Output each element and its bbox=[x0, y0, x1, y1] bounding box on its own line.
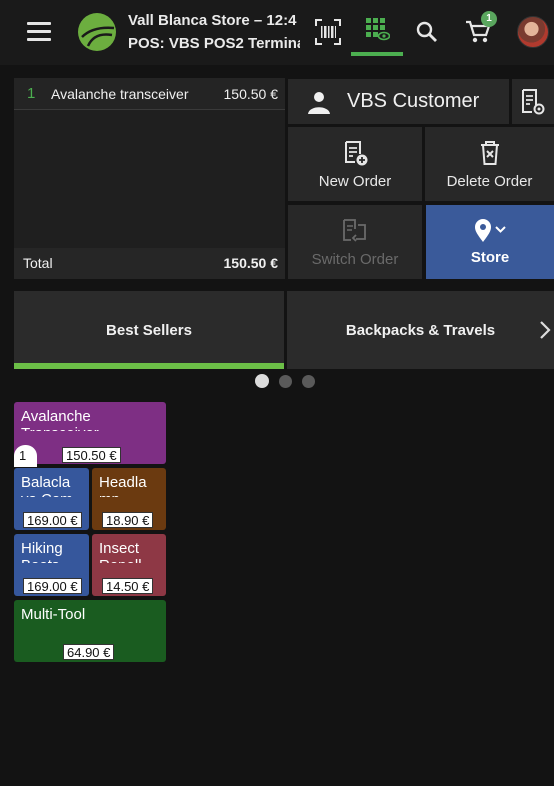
product-price: 169.00 € bbox=[23, 512, 82, 528]
product-qty-badge: 1 bbox=[14, 445, 37, 467]
product-name-overflow: va Com bbox=[21, 491, 73, 497]
tab-backpacks-label: Backpacks & Travels bbox=[345, 321, 496, 339]
location-pin-chevron-icon bbox=[475, 218, 506, 242]
user-icon bbox=[308, 91, 330, 114]
cart-count-badge: 1 bbox=[481, 11, 497, 27]
product-tile-multi-tool[interactable]: Multi-Tool 64.90 € bbox=[14, 600, 166, 662]
product-price: 18.90 € bbox=[102, 512, 154, 528]
active-tab-indicator bbox=[14, 363, 284, 369]
store-logo bbox=[78, 13, 116, 51]
total-value: 150.50 € bbox=[223, 255, 279, 271]
pager-dot-3[interactable] bbox=[302, 374, 315, 388]
customer-settings-button[interactable] bbox=[512, 79, 554, 124]
pager-dot-1[interactable] bbox=[255, 374, 269, 388]
order-total: Total 150.50 € bbox=[14, 248, 285, 279]
order-line-qty: 1 bbox=[27, 85, 36, 102]
product-name-overflow: Repell bbox=[99, 557, 142, 563]
pos-terminal-name: POS: VBS POS2 Termina bbox=[128, 35, 300, 52]
active-view-indicator bbox=[351, 52, 403, 56]
product-price: 64.90 € bbox=[63, 644, 115, 660]
delete-order-button[interactable]: Delete Order bbox=[425, 127, 554, 201]
switch-order-label: Switch Order bbox=[311, 250, 399, 268]
search-icon[interactable] bbox=[409, 14, 445, 50]
store-name: Vall Blanca Store – 12:4 bbox=[128, 12, 297, 29]
product-name: Multi-Tool bbox=[21, 606, 86, 623]
barcode-scan-icon[interactable] bbox=[310, 14, 346, 50]
order-line[interactable]: 1 Avalanche transceiver 150.50 € bbox=[14, 78, 285, 110]
store-button[interactable]: Store bbox=[426, 205, 554, 279]
total-label: Total bbox=[23, 255, 53, 271]
product-name-overflow: Boots bbox=[21, 557, 59, 563]
tab-best-sellers[interactable]: Best Sellers bbox=[14, 291, 284, 369]
store-label: Store bbox=[470, 248, 510, 266]
new-order-label: New Order bbox=[318, 172, 392, 190]
customer-name: VBS Customer bbox=[347, 90, 480, 112]
product-tile-headlamp[interactable]: Headla mp 18.90 € bbox=[92, 468, 166, 530]
customer-button[interactable]: VBS Customer bbox=[288, 79, 509, 124]
order-line-price: 150.50 € bbox=[223, 86, 279, 102]
new-order-icon bbox=[345, 140, 368, 165]
product-price: 169.00 € bbox=[23, 578, 82, 594]
switch-order-icon bbox=[343, 218, 366, 242]
menu-icon[interactable] bbox=[27, 22, 51, 42]
product-price: 14.50 € bbox=[102, 578, 154, 594]
user-avatar[interactable] bbox=[517, 16, 549, 48]
tab-backpacks-travels[interactable]: Backpacks & Travels bbox=[287, 291, 554, 369]
product-name-overflow: mp bbox=[99, 491, 120, 497]
product-tile-hiking-boots[interactable]: Hiking Boots 169.00 € bbox=[14, 534, 89, 596]
trash-icon bbox=[480, 140, 499, 165]
product-name-overflow: Transceiver bbox=[21, 425, 99, 431]
chevron-right-icon[interactable] bbox=[537, 318, 553, 342]
tab-best-sellers-label: Best Sellers bbox=[106, 321, 192, 339]
delete-order-label: Delete Order bbox=[446, 172, 533, 190]
receipt-settings-icon bbox=[522, 88, 545, 114]
order-line-name: Avalanche transceiver bbox=[51, 86, 189, 102]
switch-order-button[interactable]: Switch Order bbox=[288, 205, 422, 279]
top-bar: Vall Blanca Store – 12:4 POS: VBS POS2 T… bbox=[0, 0, 554, 65]
product-tile-insect-repellent[interactable]: Insect Repell 14.50 € bbox=[92, 534, 166, 596]
product-price: 150.50 € bbox=[62, 447, 121, 463]
product-tile-balaclava[interactable]: Balacla va Com 169.00 € bbox=[14, 468, 89, 530]
pager-dot-2[interactable] bbox=[279, 374, 292, 388]
category-pager bbox=[255, 374, 315, 388]
product-grid-icon[interactable] bbox=[351, 0, 403, 58]
new-order-button[interactable]: New Order bbox=[288, 127, 422, 201]
order-summary: 1 Avalanche transceiver 150.50 € Total 1… bbox=[14, 78, 285, 279]
